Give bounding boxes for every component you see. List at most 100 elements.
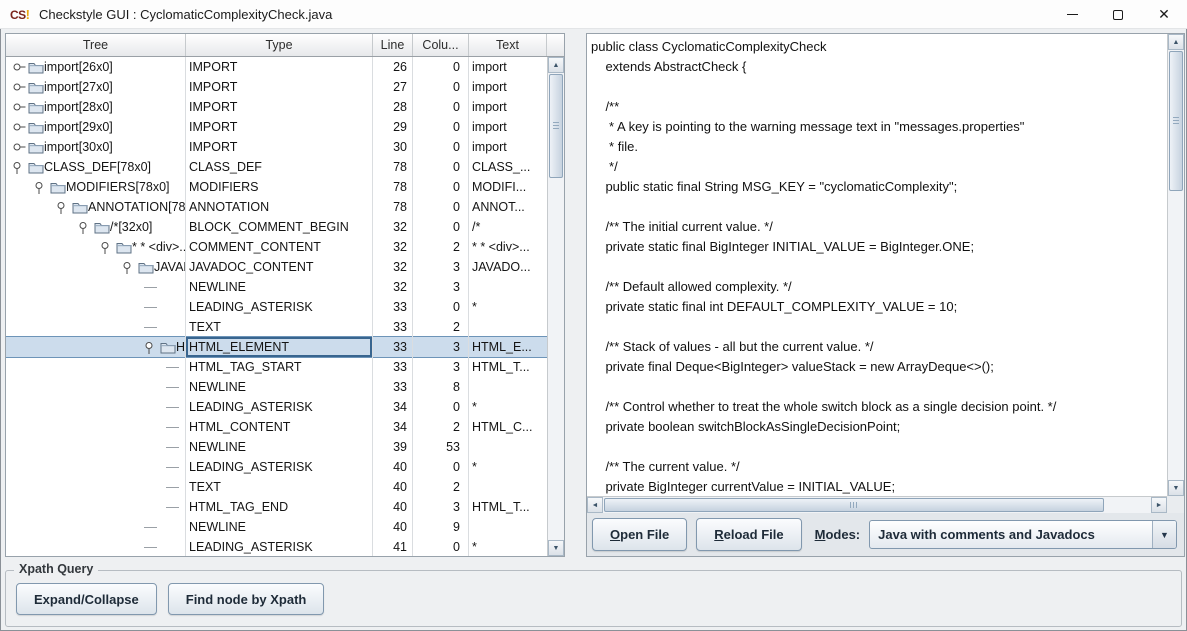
source-code-view[interactable]: public class CyclomaticComplexityCheck e… xyxy=(587,34,1167,496)
tree-expand-handle[interactable] xyxy=(12,60,26,74)
close-button[interactable]: ✕ xyxy=(1141,0,1187,29)
tree-table-row[interactable]: LEADING_ASTERISK340* xyxy=(6,397,547,417)
line-cell: 41 xyxy=(373,537,413,556)
scroll-down-button[interactable]: ▼ xyxy=(548,540,564,556)
tree-table-row[interactable]: import[26x0]IMPORT260import xyxy=(6,57,547,77)
type-cell: MODIFIERS xyxy=(186,177,373,197)
tree-table-row[interactable]: TEXT332 xyxy=(6,317,547,337)
tree-scrollbar-thumb[interactable] xyxy=(549,74,563,178)
type-cell: IMPORT xyxy=(186,57,373,77)
column-cell: 0 xyxy=(413,397,469,417)
type-cell: HTML_TAG_END xyxy=(186,497,373,517)
open-file-button[interactable]: Open File xyxy=(592,518,687,551)
scroll-right-button[interactable]: ► xyxy=(1151,497,1167,513)
text-cell: /* xyxy=(469,217,547,237)
code-horizontal-scrollbar[interactable]: ◄ ► xyxy=(587,496,1167,513)
tree-cell xyxy=(6,297,186,317)
column-header-type[interactable]: Type xyxy=(186,34,373,56)
tree-cell xyxy=(6,317,186,337)
text-cell: HTML_E... xyxy=(469,337,547,357)
tree-table-row[interactable]: import[27x0]IMPORT270import xyxy=(6,77,547,97)
text-cell xyxy=(469,317,547,337)
tree-collapse-handle[interactable] xyxy=(122,260,136,274)
line-cell: 32 xyxy=(373,217,413,237)
column-header-line[interactable]: Line xyxy=(373,34,413,56)
tree-table-row[interactable]: LEADING_ASTERISK400* xyxy=(6,457,547,477)
scroll-down-button[interactable]: ▼ xyxy=(1168,480,1184,496)
expand-collapse-button[interactable]: Expand/Collapse xyxy=(16,583,157,615)
tree-connector-line xyxy=(166,387,179,388)
column-header-text[interactable]: Text xyxy=(469,34,547,56)
text-cell: * xyxy=(469,537,547,556)
tree-connector-line xyxy=(166,407,179,408)
scroll-left-button[interactable]: ◄ xyxy=(587,497,603,513)
tree-table-row[interactable]: NEWLINE338 xyxy=(6,377,547,397)
tree-collapse-handle[interactable] xyxy=(56,200,70,214)
tree-connector-line xyxy=(166,367,179,368)
tree-collapse-handle[interactable] xyxy=(144,340,158,354)
tree-table-row[interactable]: LEADING_ASTERISK410* xyxy=(6,537,547,556)
tree-table-row[interactable]: ANNOTATION[78x0]ANNOTATION780ANNOT... xyxy=(6,197,547,217)
tree-table-row[interactable]: MODIFIERS[78x0]MODIFIERS780MODIFI... xyxy=(6,177,547,197)
tree-table-row[interactable]: import[30x0]IMPORT300import xyxy=(6,137,547,157)
text-cell xyxy=(469,517,547,537)
tree-table-row[interactable]: HTML_TAG_START333HTML_T... xyxy=(6,357,547,377)
tree-table-row[interactable]: import[28x0]IMPORT280import xyxy=(6,97,547,117)
column-cell: 2 xyxy=(413,417,469,437)
tree-collapse-handle[interactable] xyxy=(78,220,92,234)
maximize-button[interactable] xyxy=(1095,0,1141,29)
tree-expand-handle[interactable] xyxy=(12,80,26,94)
tree-node-label: MODIFIERS[78x0] xyxy=(66,180,170,194)
column-header-tree[interactable]: Tree xyxy=(6,34,186,56)
tree-table-row[interactable]: CLASS_DEF[78x0]CLASS_DEF780CLASS_... xyxy=(6,157,547,177)
line-cell: 26 xyxy=(373,57,413,77)
tree-table-row[interactable]: NEWLINE409 xyxy=(6,517,547,537)
tree-table-row[interactable]: NEWLINE3953 xyxy=(6,437,547,457)
scroll-up-button[interactable]: ▲ xyxy=(1168,34,1184,50)
code-line: * A key is pointing to the warning messa… xyxy=(587,117,1167,137)
tree-collapse-handle[interactable] xyxy=(12,160,26,174)
code-hscrollbar-thumb[interactable] xyxy=(604,498,1104,512)
tree-table-row[interactable]: TEXT402 xyxy=(6,477,547,497)
tree-expand-handle[interactable] xyxy=(12,100,26,114)
tree-cell xyxy=(6,377,186,397)
scroll-up-button[interactable]: ▲ xyxy=(548,57,564,73)
chevron-down-icon[interactable]: ▼ xyxy=(1152,521,1176,548)
tree-table-row[interactable]: * * <div>...COMMENT_CONTENT322* * <div>.… xyxy=(6,237,547,257)
tree-collapse-handle[interactable] xyxy=(100,240,114,254)
line-cell: 28 xyxy=(373,97,413,117)
tree-table-row[interactable]: import[29x0]IMPORT290import xyxy=(6,117,547,137)
tree-expand-handle[interactable] xyxy=(12,140,26,154)
text-cell: import xyxy=(469,57,547,77)
code-line xyxy=(587,377,1167,397)
folder-icon xyxy=(26,61,44,74)
tree-table-row[interactable]: NEWLINE323 xyxy=(6,277,547,297)
type-cell: NEWLINE xyxy=(186,437,373,457)
tree-vertical-scrollbar[interactable]: ▲ ▼ xyxy=(547,57,564,556)
scroll-up-icon: ▲ xyxy=(1173,39,1180,46)
tree-collapse-handle[interactable] xyxy=(34,180,48,194)
type-cell: TEXT xyxy=(186,317,373,337)
reload-file-button[interactable]: Reload File xyxy=(696,518,801,551)
tree-table-row[interactable]: LEADING_ASTERISK330* xyxy=(6,297,547,317)
tree-table-header: Tree Type Line Colu... Text xyxy=(6,34,564,57)
column-cell: 0 xyxy=(413,197,469,217)
find-node-by-xpath-button[interactable]: Find node by Xpath xyxy=(168,583,325,615)
tree-table-row[interactable]: JAVADOC_CONTENTJAVADOC_CONTENT323JAVADO.… xyxy=(6,257,547,277)
code-vertical-scrollbar[interactable]: ▲ ▼ xyxy=(1167,34,1184,496)
tree-table-row[interactable]: HTML_CONTENT342HTML_C... xyxy=(6,417,547,437)
column-cell: 3 xyxy=(413,357,469,377)
type-cell: BLOCK_COMMENT_BEGIN xyxy=(186,217,373,237)
column-header-column[interactable]: Colu... xyxy=(413,34,469,56)
line-cell: 78 xyxy=(373,197,413,217)
modes-dropdown[interactable]: Java with comments and Javadocs ▼ xyxy=(869,520,1177,549)
column-cell: 9 xyxy=(413,517,469,537)
split-pane-divider[interactable] xyxy=(566,33,585,557)
tree-table-row[interactable]: /*[32x0]BLOCK_COMMENT_BEGIN320/* xyxy=(6,217,547,237)
tree-expand-handle[interactable] xyxy=(12,120,26,134)
tree-table-row[interactable]: HTML_TAG_END403HTML_T... xyxy=(6,497,547,517)
minimize-button[interactable] xyxy=(1049,0,1095,29)
tree-table-row[interactable]: HTML_ELEMENTHTML_ELEMENT333HTML_E... xyxy=(6,337,547,357)
code-vscrollbar-thumb[interactable] xyxy=(1169,51,1183,191)
tree-cell: import[28x0] xyxy=(6,97,186,117)
